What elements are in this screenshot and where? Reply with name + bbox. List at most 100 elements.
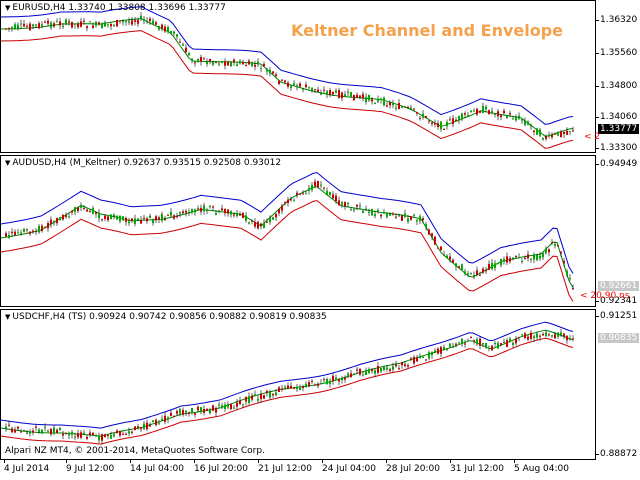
- candle-body: [389, 102, 391, 106]
- candle-body: [8, 424, 10, 426]
- candle-body: [125, 434, 127, 435]
- collapse-arrow-icon[interactable]: ▼: [5, 313, 10, 321]
- candle-body: [266, 221, 268, 223]
- candle-body: [557, 332, 559, 337]
- candle-body: [389, 213, 391, 216]
- candle-body: [290, 199, 292, 201]
- candle-body: [356, 94, 358, 98]
- candle-body: [134, 426, 136, 430]
- candle-body: [431, 351, 433, 355]
- candle-body: [212, 405, 214, 411]
- candle-body: [374, 214, 376, 217]
- candle-body: [317, 383, 319, 387]
- candle-body: [380, 98, 382, 100]
- candle-body: [245, 396, 247, 402]
- candle-body: [248, 222, 250, 224]
- candle-body: [128, 21, 130, 23]
- candle-body: [221, 61, 223, 63]
- candle-body: [44, 227, 46, 229]
- candle-body: [563, 260, 565, 264]
- candle-body: [293, 83, 295, 86]
- candle-body: [452, 259, 454, 263]
- candle-body: [11, 27, 13, 29]
- candle-body: [182, 44, 184, 46]
- time-axis[interactable]: 4 Jul 2014 9 Jul 12:00 14 Jul 04:00 16 J…: [0, 460, 640, 480]
- candle-body: [359, 205, 361, 207]
- mt4-chart-window: ▼ EURUSD,H4 1.33740 1.33808 1.33696 1.337…: [0, 0, 640, 480]
- audusd-plot-area[interactable]: ▼ AUDUSD,H4 (M_Keltner) 0.92637 0.93515 0…: [0, 155, 596, 307]
- candle-body: [62, 433, 64, 436]
- candle-body: [29, 431, 31, 434]
- candle-body: [371, 208, 373, 216]
- upper-band-line: [1, 321, 574, 429]
- candle-body: [137, 218, 139, 221]
- candle-body: [170, 31, 172, 34]
- candle-body: [104, 215, 106, 219]
- candle-body: [503, 341, 505, 343]
- candle-body: [242, 62, 244, 65]
- candle-body: [476, 108, 478, 115]
- audusd-price-axis[interactable]: 0.94949 0.92661 0.92341: [596, 155, 640, 307]
- candle-body: [386, 105, 388, 107]
- candle-body: [563, 333, 565, 337]
- candle-body: [314, 89, 316, 91]
- candle-body: [68, 216, 70, 218]
- candle-body: [377, 366, 379, 373]
- candle-body: [269, 217, 271, 223]
- candle-body: [524, 257, 526, 259]
- candle-body: [551, 134, 553, 138]
- time-tick: 21 Jul 12:00: [258, 464, 312, 474]
- candle-body: [269, 392, 271, 398]
- candle-body: [407, 218, 409, 222]
- candle-body: [164, 415, 166, 422]
- eurusd-price-axis[interactable]: 1.36320 1.35560 1.34800 1.34060 1.33300 …: [596, 0, 640, 153]
- candle-body: [74, 436, 76, 438]
- candle-body: [194, 209, 196, 213]
- current-price-tag: 0.90835: [598, 333, 640, 343]
- candle-body: [230, 403, 232, 409]
- eurusd-plot-area[interactable]: ▼ EURUSD,H4 1.33740 1.33808 1.33696 1.337…: [0, 0, 596, 153]
- collapse-arrow-icon[interactable]: ▼: [5, 4, 10, 12]
- usdchf-chart-pane[interactable]: ▼ USDCHF,H4 (TS) 0.90924 0.90742 0.90856 …: [0, 309, 640, 460]
- candle-body: [518, 337, 520, 338]
- candle-body: [56, 217, 58, 224]
- lower-band-line: [1, 337, 574, 445]
- time-tick: 28 Jul 20:00: [386, 464, 440, 474]
- candle-body: [521, 119, 523, 121]
- candle-body: [326, 91, 328, 95]
- candle-body: [368, 368, 370, 373]
- candle-body: [98, 22, 100, 25]
- candle-body: [107, 24, 109, 26]
- candle-body: [317, 181, 319, 188]
- candle-body: [356, 204, 358, 207]
- candle-body: [260, 67, 262, 69]
- candle-body: [485, 270, 487, 272]
- candle-body: [152, 420, 154, 423]
- candle-body: [302, 386, 304, 388]
- candle-body: [32, 230, 34, 232]
- candle-body: [122, 21, 124, 23]
- candle-body: [239, 61, 241, 64]
- candle-body: [479, 274, 481, 276]
- usdchf-candles: [1, 321, 574, 445]
- candle-body: [119, 431, 121, 436]
- candle-body: [218, 210, 220, 212]
- candle-body: [530, 125, 532, 127]
- usdchf-plot-area[interactable]: ▼ USDCHF,H4 (TS) 0.90924 0.90742 0.90856 …: [0, 309, 596, 460]
- audusd-chart-pane[interactable]: ▼ AUDUSD,H4 (M_Keltner) 0.92637 0.93515 0…: [0, 155, 640, 307]
- candle-body: [362, 374, 364, 376]
- candle-body: [470, 110, 472, 113]
- candle-body: [368, 95, 370, 101]
- eurusd-chart-pane[interactable]: ▼ EURUSD,H4 1.33740 1.33808 1.33696 1.337…: [0, 0, 640, 153]
- candle-body: [29, 23, 31, 31]
- candle-body: [98, 435, 100, 441]
- candle-body: [218, 404, 220, 406]
- usdchf-price-axis[interactable]: 0.91251 0.90835 0.88872: [596, 309, 640, 460]
- candle-body: [425, 224, 427, 227]
- collapse-arrow-icon[interactable]: ▼: [5, 159, 10, 167]
- candle-body: [89, 21, 91, 23]
- candle-body: [335, 377, 337, 381]
- candle-body: [128, 221, 130, 224]
- candle-body: [62, 26, 64, 27]
- candle-body: [497, 263, 499, 265]
